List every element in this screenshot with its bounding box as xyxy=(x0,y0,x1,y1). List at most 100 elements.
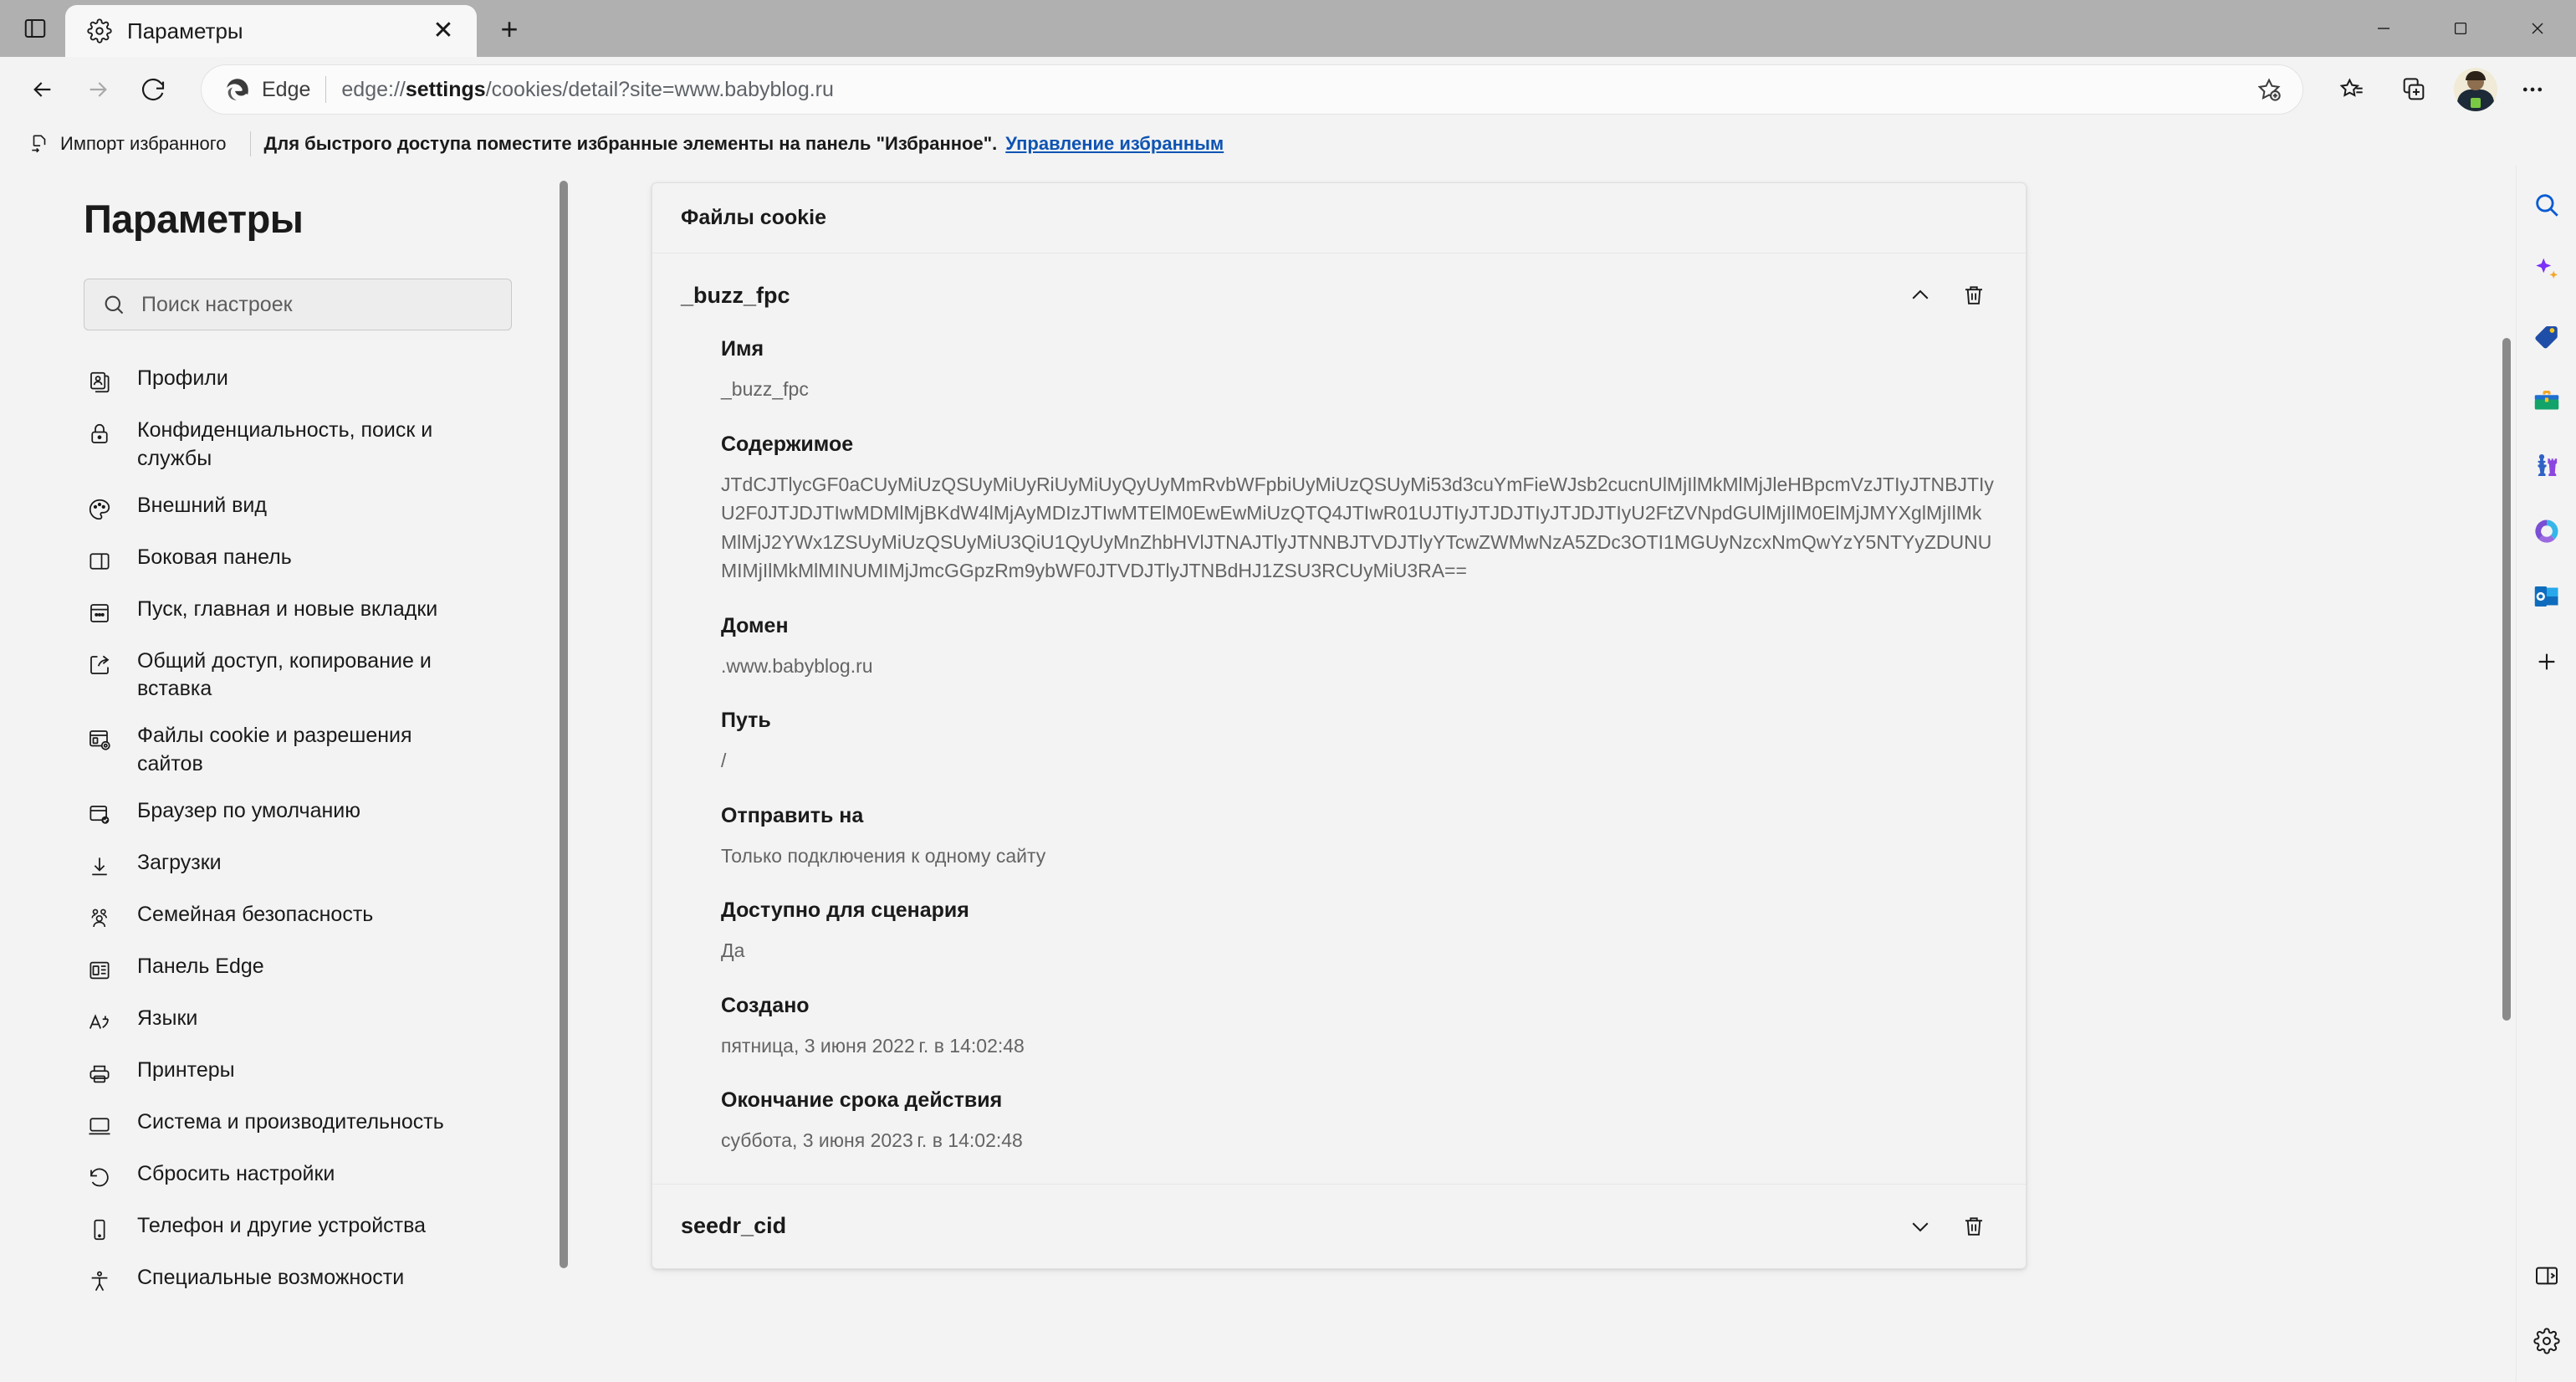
sidebar-item-reset-settings[interactable]: Сбросить настройки xyxy=(0,1151,571,1203)
sidebar-item-label: Телефон и другие устройства xyxy=(137,1213,427,1237)
minimize-button[interactable] xyxy=(2345,0,2422,57)
sidebar-item-label: Внешний вид xyxy=(137,493,267,517)
system-icon xyxy=(84,1110,115,1142)
sidebar-item-cookies-site-permissions[interactable]: Файлы cookie и разрешения сайтов xyxy=(0,713,571,788)
shopping-tag-icon[interactable] xyxy=(2521,310,2573,361)
edge-sidebar xyxy=(2516,166,2576,1382)
office-icon[interactable] xyxy=(2521,505,2573,557)
cookie-detail-panel: Имя _buzz_fpc Содержимое JTdCJTlycGF0aCU… xyxy=(652,337,2026,1155)
chevron-up-icon[interactable] xyxy=(1894,269,1947,322)
favorites-bar: Импорт избранного Для быстрого доступа п… xyxy=(0,122,2576,166)
sidebar-item-family-safety[interactable]: Семейная безопасность xyxy=(0,892,571,944)
maximize-button[interactable] xyxy=(2422,0,2499,57)
settings-nav-list: Профили Конфиденциальность, поиск и служ… xyxy=(0,356,571,1307)
address-bar[interactable]: Edge edge://settings/cookies/detail?site… xyxy=(201,64,2303,115)
field-label: Доступно для сценария xyxy=(721,898,969,922)
field-label: Создано xyxy=(721,993,810,1017)
sidebar-scrollbar[interactable] xyxy=(560,181,568,1335)
settings-search-box[interactable] xyxy=(84,279,512,330)
search-icon xyxy=(100,290,128,319)
sidebar-item-share-copy-paste[interactable]: Общий доступ, копирование и вставка xyxy=(0,638,571,714)
delete-cookie-icon[interactable] xyxy=(1947,269,2001,322)
favorites-icon[interactable] xyxy=(2325,64,2379,115)
delete-cookie-icon[interactable] xyxy=(1947,1200,2001,1253)
field-value: .www.babyblog.ru xyxy=(721,654,873,677)
close-window-button[interactable] xyxy=(2499,0,2576,57)
download-icon xyxy=(84,851,115,883)
sidebar-item-printers[interactable]: Принтеры xyxy=(0,1047,571,1099)
cookies-icon xyxy=(84,724,115,755)
sidebar-item-label: Файлы cookie и разрешения сайтов xyxy=(137,724,412,775)
add-to-favorites-icon[interactable] xyxy=(2247,68,2291,111)
reload-button[interactable] xyxy=(127,64,179,115)
tools-icon[interactable] xyxy=(2521,375,2573,427)
cookie-row-expanded[interactable]: _buzz_fpc xyxy=(652,253,2026,337)
browser-tab-settings[interactable]: Параметры ✕ xyxy=(65,5,477,57)
sidebar-item-edge-bar[interactable]: Панель Edge xyxy=(0,944,571,996)
sidebar-item-default-browser[interactable]: Браузер по умолчанию xyxy=(0,788,571,840)
sidebar-item-phone-other-devices[interactable]: Телефон и другие устройства xyxy=(0,1203,571,1255)
favbar-divider xyxy=(249,131,251,156)
add-icon[interactable] xyxy=(2521,636,2573,688)
edge-bar-icon xyxy=(84,955,115,986)
settings-gear-icon[interactable] xyxy=(2521,1315,2573,1367)
cookies-card-header: Файлы cookie xyxy=(652,183,2026,253)
field-value: / xyxy=(721,750,727,771)
sidebar-item-downloads[interactable]: Загрузки xyxy=(0,840,571,892)
sidebar-item-label: Система и производительность xyxy=(137,1109,444,1134)
sidebar-item-profiles[interactable]: Профили xyxy=(0,356,571,407)
page-title: Параметры xyxy=(84,197,304,241)
tab-close-icon[interactable]: ✕ xyxy=(425,13,462,49)
lock-icon xyxy=(84,418,115,450)
phone-icon xyxy=(84,1214,115,1246)
omnibox-url-text: edge://settings/cookies/detail?site=www.… xyxy=(341,77,834,101)
edge-logo-icon xyxy=(223,75,252,104)
cookie-name: _buzz_fpc xyxy=(681,282,790,308)
back-button[interactable] xyxy=(17,64,69,115)
sidebar-item-label: Общий доступ, копирование и вставка xyxy=(137,648,432,701)
more-options-icon[interactable] xyxy=(2506,64,2559,115)
sidebar-item-languages[interactable]: Языки xyxy=(0,996,571,1047)
import-favorites-button[interactable]: Импорт избранного xyxy=(18,126,237,161)
settings-content-area: Файлы cookie _buzz_fpc Имя _buzz_fpc Сод… xyxy=(571,166,2576,1382)
sidebar-item-sidebar[interactable]: Боковая панель xyxy=(0,535,571,586)
family-icon xyxy=(84,903,115,934)
manage-favorites-link[interactable]: Управление избранным xyxy=(1005,133,1224,155)
accessibility-icon xyxy=(84,1266,115,1298)
content-scrollbar[interactable] xyxy=(2501,169,2512,1379)
cookie-field-name: Имя _buzz_fpc xyxy=(721,337,1997,404)
games-icon[interactable] xyxy=(2521,440,2573,492)
search-icon[interactable] xyxy=(2521,179,2573,231)
sidebar-item-label: Специальные возможности xyxy=(137,1265,405,1289)
reset-icon xyxy=(84,1162,115,1194)
tab-actions-icon[interactable] xyxy=(12,5,59,52)
chevron-down-icon[interactable] xyxy=(1894,1200,1947,1253)
collections-icon[interactable] xyxy=(2387,64,2441,115)
sidebar-item-privacy[interactable]: Конфиденциальность, поиск и службы xyxy=(0,407,571,483)
navigation-toolbar: Edge edge://settings/cookies/detail?site… xyxy=(0,57,2576,122)
split-screen-icon[interactable] xyxy=(2521,1250,2573,1302)
sidebar-scrollbar-thumb[interactable] xyxy=(560,181,568,1268)
title-bar: Параметры ✕ + xyxy=(0,0,2576,57)
cookie-field-domain: Домен .www.babyblog.ru xyxy=(721,614,1997,681)
favorites-hint-text: Для быстрого доступа поместите избранные… xyxy=(263,133,998,154)
cookie-name: seedr_cid xyxy=(681,1213,787,1238)
sidebar-item-label: Панель Edge xyxy=(137,954,264,978)
cookie-row-collapsed[interactable]: seedr_cid xyxy=(652,1185,2026,1268)
profile-avatar[interactable] xyxy=(2454,68,2497,111)
sidebar-item-appearance[interactable]: Внешний вид xyxy=(0,483,571,535)
sidebar-item-label: Боковая панель xyxy=(137,545,292,569)
field-value: Только подключения к одному сайту xyxy=(721,844,1046,867)
outlook-icon[interactable] xyxy=(2521,571,2573,622)
gear-icon xyxy=(85,17,114,45)
copilot-icon[interactable] xyxy=(2521,244,2573,296)
sidebar-item-system-performance[interactable]: Система и производительность xyxy=(0,1099,571,1151)
sidebar-item-start-home-newtabs[interactable]: Пуск, главная и новые вкладки xyxy=(0,586,571,638)
profile-icon xyxy=(84,366,115,398)
forward-button[interactable] xyxy=(72,64,124,115)
content-scrollbar-thumb[interactable] xyxy=(2502,338,2511,1021)
new-tab-button[interactable]: + xyxy=(488,8,530,50)
omnibox-divider xyxy=(325,76,327,103)
search-input[interactable] xyxy=(141,292,496,317)
sidebar-item-accessibility[interactable]: Специальные возможности xyxy=(0,1255,571,1307)
